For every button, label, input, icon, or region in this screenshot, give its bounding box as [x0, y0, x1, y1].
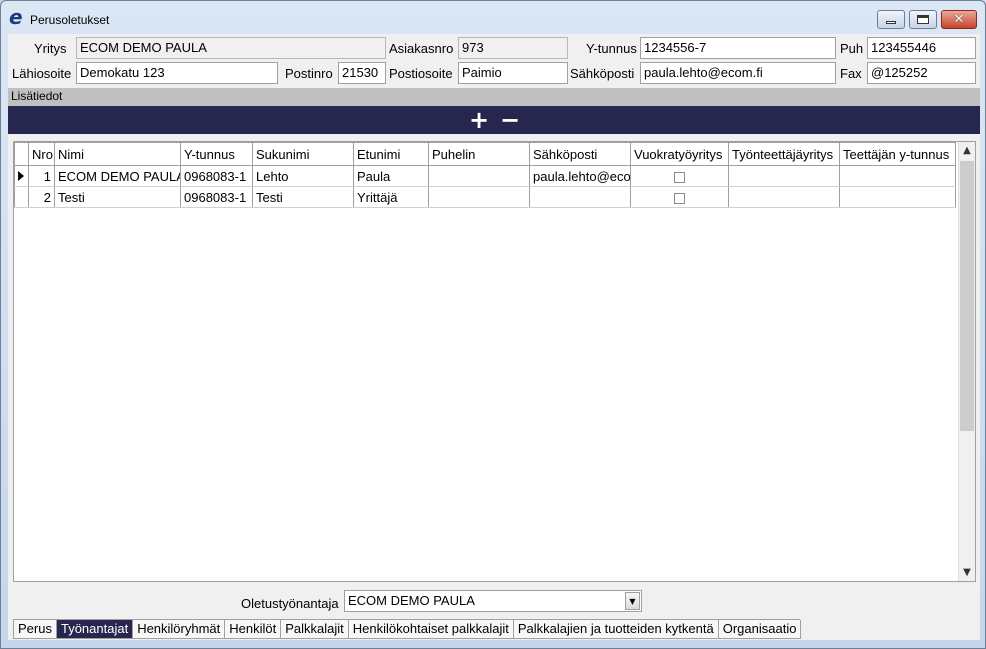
- add-row-button[interactable]: +: [469, 108, 489, 132]
- puh-field[interactable]: 123455446: [867, 37, 976, 59]
- fax-label: Fax: [840, 66, 862, 81]
- asiakasnro-label: Asiakasnro: [389, 41, 454, 56]
- lahiosoite-label: Lähiosoite: [12, 66, 72, 81]
- scroll-down-icon[interactable]: ▼: [959, 564, 975, 581]
- tab-strip: Perus Työnantajat Henkilöryhmät Henkilöt…: [13, 619, 802, 639]
- column-header-ytunnus[interactable]: Y-tunnus: [180, 142, 253, 166]
- cell-puhelin[interactable]: [428, 186, 530, 208]
- cell-sahkoposti[interactable]: [529, 186, 631, 208]
- column-header-sukunimi[interactable]: Sukunimi: [252, 142, 354, 166]
- cell-ytunnus[interactable]: 0968083-1: [180, 186, 253, 208]
- cell-vuokratyoyritys: [630, 186, 729, 208]
- cell-nimi[interactable]: Testi: [54, 186, 181, 208]
- tab-perus[interactable]: Perus: [13, 620, 57, 639]
- postinro-field[interactable]: 21530: [338, 62, 386, 84]
- tab-henkilokohtaiset-palkkalajit[interactable]: Henkilökohtaiset palkkalajit: [347, 620, 514, 639]
- fax-field[interactable]: @125252: [867, 62, 976, 84]
- puh-label: Puh: [840, 41, 864, 56]
- cell-ytunnus[interactable]: 0968083-1: [180, 165, 253, 187]
- table-row[interactable]: 2 Testi 0968083-1 Testi Yrittäjä: [14, 186, 956, 208]
- cell-sukunimi[interactable]: Testi: [252, 186, 354, 208]
- cell-vuokratyoyritys: [630, 165, 729, 187]
- default-employer-label: Oletustyönantaja: [241, 596, 339, 611]
- column-header-nimi[interactable]: Nimi: [54, 142, 181, 166]
- cell-nimi[interactable]: ECOM DEMO PAULA: [54, 165, 181, 187]
- cell-tyonteettajayritys[interactable]: [728, 186, 840, 208]
- app-logo-icon: e: [9, 5, 23, 29]
- tab-organisaatio[interactable]: Organisaatio: [717, 620, 802, 639]
- cell-sukunimi[interactable]: Lehto: [252, 165, 354, 187]
- remove-row-button[interactable]: −: [500, 108, 520, 132]
- main-window: e Perusoletukset ✕ Yritys ECOM DEMO PAUL…: [0, 0, 986, 649]
- section-header: Lisätiedot: [8, 88, 980, 106]
- current-row-indicator[interactable]: [14, 165, 29, 187]
- cell-etunimi[interactable]: Yrittäjä: [353, 186, 429, 208]
- cell-tyonteettajayritys[interactable]: [728, 165, 840, 187]
- ytunnus-field[interactable]: 1234556-7: [640, 37, 836, 59]
- tab-tyonantajat[interactable]: Työnantajat: [55, 620, 134, 639]
- cell-etunimi[interactable]: Paula: [353, 165, 429, 187]
- postiosoite-field[interactable]: Paimio: [458, 62, 568, 84]
- chevron-down-icon[interactable]: ▼: [625, 592, 640, 610]
- yritys-field[interactable]: ECOM DEMO PAULA: [76, 37, 386, 59]
- maximize-button[interactable]: [909, 10, 937, 29]
- row-selector[interactable]: [14, 186, 29, 208]
- cell-teettajan-ytunnus[interactable]: [839, 186, 956, 208]
- title-bar[interactable]: e Perusoletukset ✕: [1, 1, 985, 35]
- scrollbar-thumb[interactable]: [960, 161, 974, 431]
- tab-palkkalajit[interactable]: Palkkalajit: [280, 620, 349, 639]
- employers-grid[interactable]: Nro Nimi Y-tunnus Sukunimi Etunimi Puhel…: [13, 141, 976, 582]
- tab-henkilot[interactable]: Henkilöt: [224, 620, 282, 639]
- cell-sahkoposti[interactable]: paula.lehto@ecom.fi: [529, 165, 631, 187]
- row-pointer-icon: [18, 170, 24, 181]
- asiakasnro-field[interactable]: 973: [458, 37, 568, 59]
- client-area: Yritys ECOM DEMO PAULA Asiakasnro 973 Y-…: [8, 34, 980, 640]
- close-button[interactable]: ✕: [941, 10, 977, 29]
- sahkoposti-field[interactable]: paula.lehto@ecom.fi: [640, 62, 836, 84]
- close-icon: ✕: [953, 12, 965, 27]
- postiosoite-label: Postiosoite: [389, 66, 453, 81]
- tab-henkiloryhmat[interactable]: Henkilöryhmät: [132, 620, 226, 639]
- column-header-tyonteettajayritys[interactable]: Työnteettäjäyritys: [728, 142, 840, 166]
- default-employer-select[interactable]: ECOM DEMO PAULA ▼: [344, 590, 642, 612]
- column-header-puhelin[interactable]: Puhelin: [428, 142, 530, 166]
- column-header-sahkoposti[interactable]: Sähköposti: [529, 142, 631, 166]
- column-header-vuokratyoyritys[interactable]: Vuokratyöyritys: [630, 142, 729, 166]
- default-employer-value: ECOM DEMO PAULA: [348, 593, 475, 608]
- yritys-label: Yritys: [34, 41, 67, 56]
- vertical-scrollbar[interactable]: ▲ ▼: [958, 142, 975, 581]
- cell-puhelin[interactable]: [428, 165, 530, 187]
- column-header-nro[interactable]: Nro: [28, 142, 55, 166]
- column-header-etunimi[interactable]: Etunimi: [353, 142, 429, 166]
- scroll-up-icon[interactable]: ▲: [959, 142, 975, 159]
- postinro-label: Postinro: [285, 66, 333, 81]
- cell-nro[interactable]: 1: [28, 165, 55, 187]
- ytunnus-label: Y-tunnus: [586, 41, 637, 56]
- column-header-teettajan-ytunnus[interactable]: Teettäjän y-tunnus: [839, 142, 956, 166]
- tab-palkkalajien-kytkenta[interactable]: Palkkalajien ja tuotteiden kytkentä: [512, 620, 719, 639]
- row-action-bar: + −: [8, 106, 980, 134]
- maximize-icon: [917, 15, 929, 24]
- employers-table: Nro Nimi Y-tunnus Sukunimi Etunimi Puhel…: [14, 142, 956, 208]
- vuokratyoyritys-checkbox[interactable]: [674, 192, 685, 204]
- table-header-row: Nro Nimi Y-tunnus Sukunimi Etunimi Puhel…: [14, 142, 956, 166]
- table-row[interactable]: 1 ECOM DEMO PAULA 0968083-1 Lehto Paula …: [14, 165, 956, 187]
- window-title: Perusoletukset: [30, 13, 110, 27]
- cell-teettajan-ytunnus[interactable]: [839, 165, 956, 187]
- sahkoposti-label: Sähköposti: [570, 66, 635, 81]
- minimize-icon: [886, 21, 896, 24]
- cell-nro[interactable]: 2: [28, 186, 55, 208]
- row-selector-header: [14, 142, 29, 166]
- vuokratyoyritys-checkbox[interactable]: [674, 171, 685, 183]
- minimize-button[interactable]: [877, 10, 905, 29]
- lahiosoite-field[interactable]: Demokatu 123: [76, 62, 278, 84]
